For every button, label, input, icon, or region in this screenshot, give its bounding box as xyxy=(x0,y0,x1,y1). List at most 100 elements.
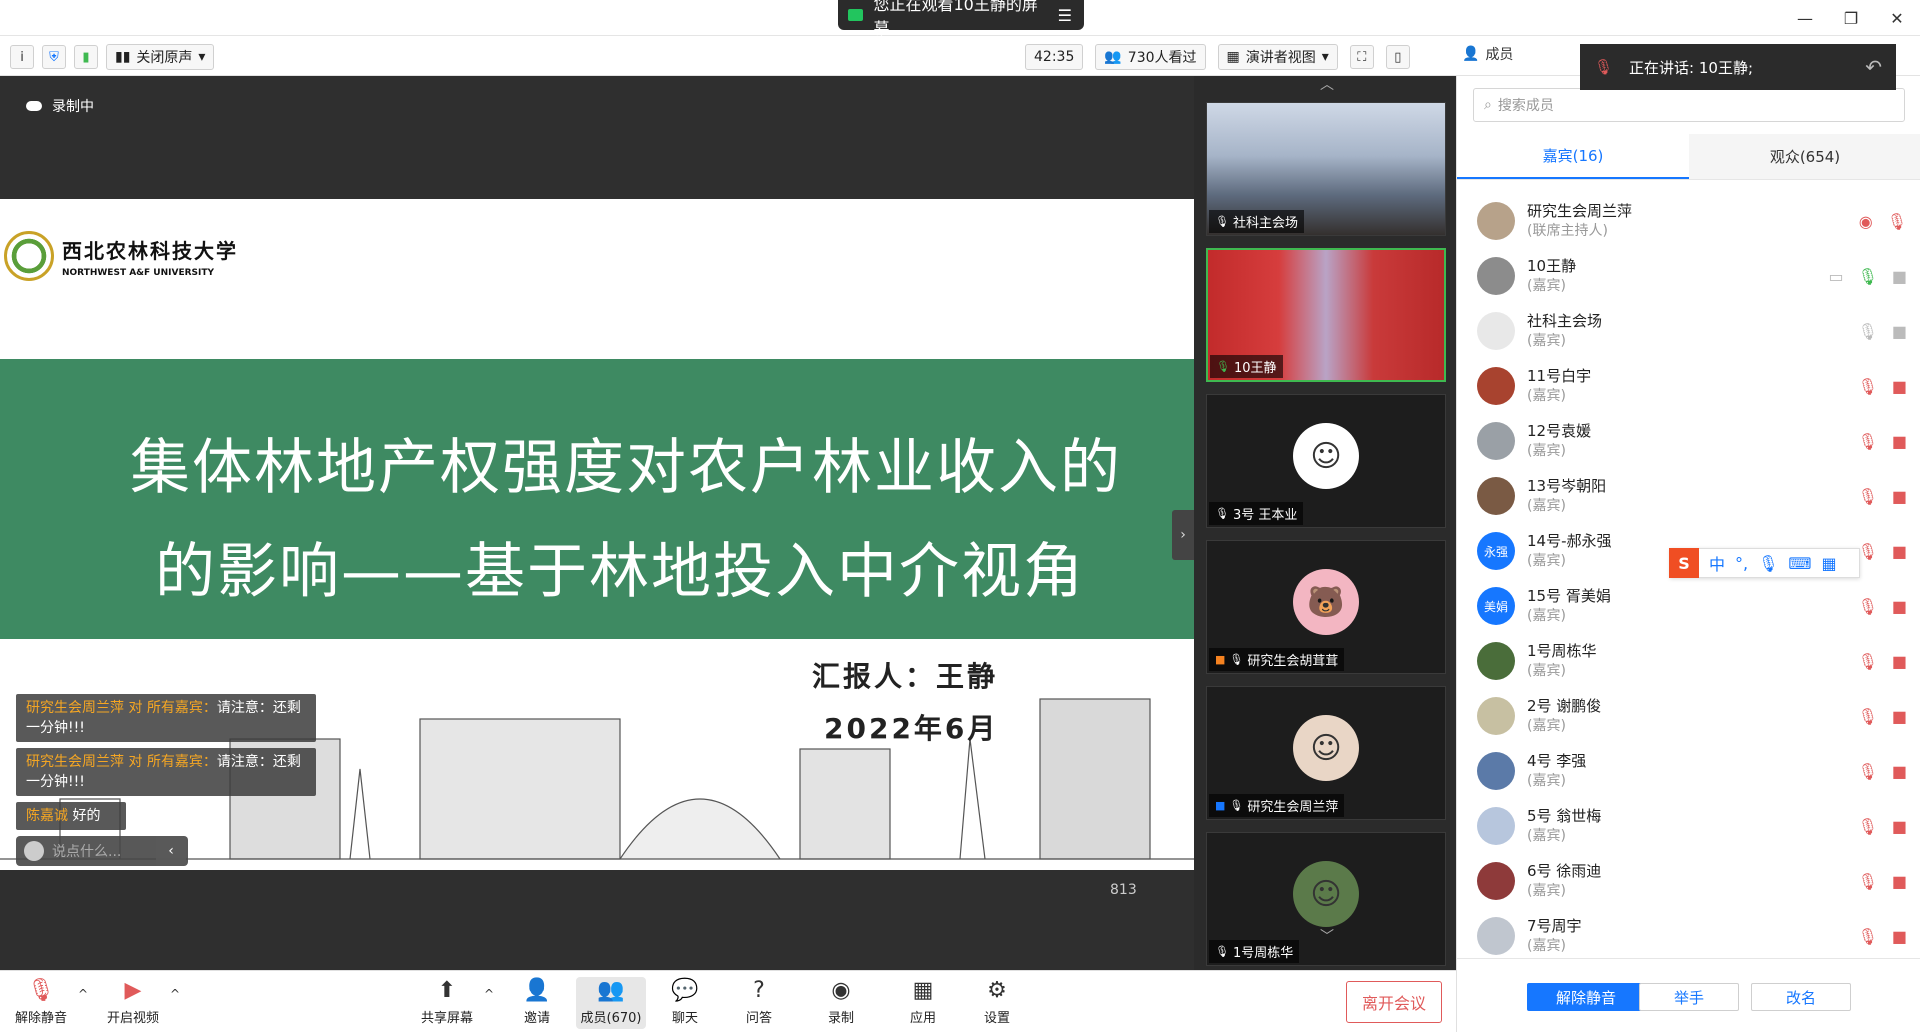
mic-off-icon[interactable]: 🎙 xyxy=(1858,487,1878,506)
video-icon[interactable]: ■ xyxy=(1892,267,1907,286)
video-off-icon[interactable]: ■ xyxy=(1892,927,1907,946)
input-method-toolbar[interactable]: S 中 °, 🎙 ⌨ ▦ xyxy=(1669,548,1860,578)
start-video-button[interactable]: ▶ 开启视频 xyxy=(98,977,168,1029)
video-off-icon[interactable]: ■ xyxy=(1892,542,1907,561)
close-icon[interactable]: ✕ xyxy=(1874,0,1920,36)
chevron-left-icon[interactable]: ‹ xyxy=(156,836,186,866)
record-button[interactable]: ◉ 录制 xyxy=(806,977,876,1029)
speaking-text: 正在讲话: 10王静; xyxy=(1629,58,1754,77)
qa-button[interactable]: ? 问答 xyxy=(724,977,794,1029)
mic-off-icon[interactable]: 🎙 xyxy=(1858,707,1878,726)
tab-audience[interactable]: 观众(654) xyxy=(1689,134,1920,179)
tab-guests[interactable]: 嘉宾(16) xyxy=(1457,134,1689,179)
chevron-up-icon[interactable]: ^ xyxy=(484,987,494,1001)
punctuation-icon[interactable]: °, xyxy=(1735,554,1748,573)
member-info: 12号袁媛 (嘉宾) xyxy=(1527,421,1591,461)
member-row[interactable]: 13号岑朝阳 (嘉宾) 🎙 ■ xyxy=(1477,471,1907,521)
video-off-icon[interactable]: ■ xyxy=(1892,707,1907,726)
member-row[interactable]: 12号袁媛 (嘉宾) 🎙 ■ xyxy=(1477,416,1907,466)
mic-icon[interactable]: 🎙 xyxy=(1858,322,1878,341)
mic-off-icon[interactable]: 🎙 xyxy=(1858,432,1878,451)
apps-button[interactable]: ▦ 应用 xyxy=(888,977,958,1029)
mic-off-icon[interactable]: 🎙 xyxy=(1858,377,1878,396)
chevron-up-icon[interactable]: ^ xyxy=(78,987,88,1001)
mic-off-icon[interactable]: 🎙 xyxy=(1858,542,1878,561)
tile-name: 研究生会周兰萍 xyxy=(1247,800,1339,815)
invite-button[interactable]: 👤 邀请 xyxy=(502,977,572,1029)
undo-icon[interactable]: ↶ xyxy=(1865,55,1882,79)
ime-mode[interactable]: 中 xyxy=(1709,551,1725,575)
member-row[interactable]: 10王静 (嘉宾) ▭ 🎙 ■ xyxy=(1477,251,1907,301)
unmute-all-button[interactable]: 解除静音 xyxy=(1527,983,1645,1011)
member-row[interactable]: 1号周栋华 (嘉宾) 🎙 ■ xyxy=(1477,636,1907,686)
video-icon[interactable]: ■ xyxy=(1892,322,1907,341)
mic-off-icon[interactable]: 🎙 xyxy=(1858,597,1878,616)
member-row[interactable]: 11号白宇 (嘉宾) 🎙 ■ xyxy=(1477,361,1907,411)
view-mode-button[interactable]: ▦ 演讲者视图 ▾ xyxy=(1217,44,1338,70)
voice-input-icon[interactable]: 🎙 xyxy=(1758,554,1778,573)
tile-name: 10王静 xyxy=(1233,361,1277,376)
video-off-icon[interactable]: ■ xyxy=(1892,597,1907,616)
video-off-icon[interactable]: ■ xyxy=(1892,487,1907,506)
leave-meeting-button[interactable]: 离开会议 xyxy=(1346,981,1442,1023)
mic-off-icon[interactable]: 🎙 xyxy=(1858,762,1878,781)
video-off-icon[interactable]: ■ xyxy=(1892,652,1907,671)
chevron-down-icon[interactable]: ﹀ xyxy=(1312,926,1342,946)
member-row[interactable]: 美娟 15号 胥美娟 (嘉宾) 🎙 ■ xyxy=(1477,581,1907,631)
member-search-input[interactable]: ⌕ 搜索成员 xyxy=(1473,88,1905,122)
fullscreen-icon[interactable]: ⛶ xyxy=(1349,45,1374,69)
member-name: 11号白宇 xyxy=(1527,367,1592,385)
member-row[interactable]: 4号 李强 (嘉宾) 🎙 ■ xyxy=(1477,746,1907,796)
settings-button[interactable]: ⚙ 设置 xyxy=(962,977,1032,1029)
mic-off-icon[interactable]: 🎙 xyxy=(1887,212,1907,231)
minimize-icon[interactable]: — xyxy=(1782,0,1828,36)
menu-icon[interactable]: ☰ xyxy=(1058,6,1072,25)
video-off-icon[interactable]: ■ xyxy=(1892,817,1907,836)
rename-button[interactable]: 改名 xyxy=(1751,983,1851,1011)
chevron-right-icon[interactable]: › xyxy=(1172,510,1194,560)
member-row[interactable]: 6号 徐雨迪 (嘉宾) 🎙 ■ xyxy=(1477,856,1907,906)
member-row[interactable]: 2号 谢鹏俊 (嘉宾) 🎙 ■ xyxy=(1477,691,1907,741)
video-off-icon[interactable]: ■ xyxy=(1892,377,1907,396)
raise-hand-button[interactable]: 举手 xyxy=(1639,983,1739,1011)
info-icon[interactable]: i xyxy=(10,45,34,69)
member-name: 15号 胥美娟 xyxy=(1527,587,1611,605)
emoji-icon[interactable] xyxy=(24,841,44,861)
signal-icon[interactable]: ▮ xyxy=(74,45,98,69)
chevron-down-icon[interactable]: ▾ xyxy=(198,49,205,65)
video-tile[interactable]: 🎙 社科主会场 xyxy=(1206,102,1446,236)
shield-icon[interactable]: ⛨ xyxy=(42,45,66,69)
video-off-icon[interactable]: ■ xyxy=(1892,872,1907,891)
keyboard-icon[interactable]: ⌨ xyxy=(1788,554,1811,573)
member-row[interactable]: 研究生会周兰萍 (联席主持人) ◉ 🎙 xyxy=(1477,196,1907,246)
video-off-icon[interactable]: ■ xyxy=(1892,432,1907,451)
mic-off-icon[interactable]: 🎙 xyxy=(1858,927,1878,946)
chevron-up-icon[interactable]: ^ xyxy=(170,987,180,1001)
mic-icon[interactable]: 🎙 xyxy=(1858,267,1878,286)
unmute-button[interactable]: 🎙 解除静音 xyxy=(6,977,76,1029)
video-tile[interactable]: ☺ ■ 🎙 研究生会周兰萍 xyxy=(1206,686,1446,820)
original-sound-button[interactable]: ▮▮ 关闭原声 ▾ xyxy=(106,44,215,70)
sidebar-toggle-icon[interactable]: ▯ xyxy=(1385,45,1410,69)
viewers-button[interactable]: 👥 730人看过 xyxy=(1095,44,1206,70)
share-screen-button[interactable]: ⬆ 共享屏幕 xyxy=(412,977,482,1029)
member-role: (嘉宾) xyxy=(1527,388,1566,404)
share-status-pill[interactable]: 您正在观看10王静的屏幕 ☰ xyxy=(838,0,1084,38)
video-tile[interactable]: ☺ 🎙 3号 王本业 xyxy=(1206,394,1446,528)
video-tile-active[interactable]: 🎙 10王静 xyxy=(1206,248,1446,382)
mic-off-icon[interactable]: 🎙 xyxy=(1858,652,1878,671)
member-row[interactable]: 7号周宇 (嘉宾) 🎙 ■ xyxy=(1477,911,1907,961)
member-row[interactable]: 5号 翁世梅 (嘉宾) 🎙 ■ xyxy=(1477,801,1907,851)
avatar: 永强 xyxy=(1477,532,1515,570)
video-off-icon[interactable]: ■ xyxy=(1892,762,1907,781)
toolbox-icon[interactable]: ▦ xyxy=(1822,554,1837,573)
chat-button[interactable]: 💬 聊天 xyxy=(650,977,720,1029)
members-button[interactable]: 👥 成员(670) xyxy=(576,977,646,1029)
video-tile[interactable]: 🐻 ■ 🎙 研究生会胡茸茸 xyxy=(1206,540,1446,674)
member-row[interactable]: 社科主会场 (嘉宾) 🎙 ■ xyxy=(1477,306,1907,356)
mic-off-icon[interactable]: 🎙 xyxy=(1858,872,1878,891)
avatar-initial: 美娟 xyxy=(1483,599,1508,614)
chevron-up-icon[interactable]: ︿ xyxy=(1312,74,1342,94)
mic-off-icon[interactable]: 🎙 xyxy=(1858,817,1878,836)
restore-icon[interactable]: ❐ xyxy=(1828,0,1874,36)
